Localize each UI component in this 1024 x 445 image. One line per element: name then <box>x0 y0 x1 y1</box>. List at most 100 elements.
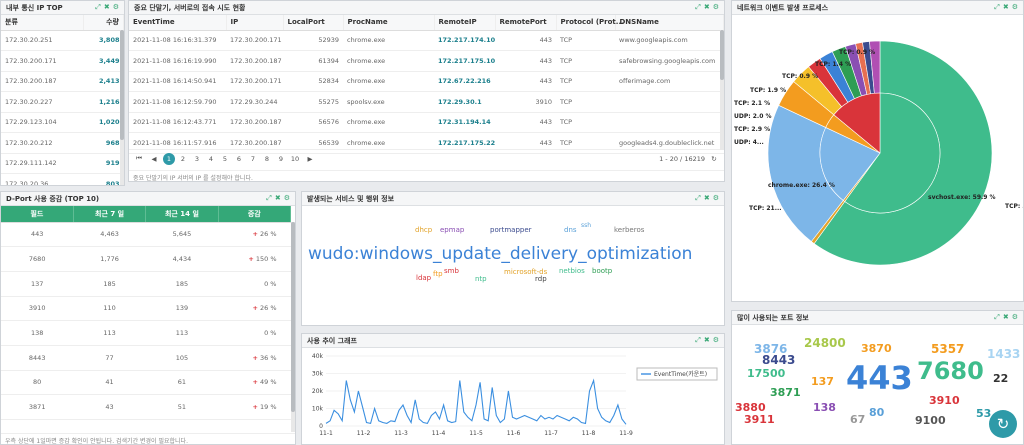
expand-icon[interactable]: ⤢ <box>994 313 1000 322</box>
col-header[interactable]: RemoteIP <box>434 15 496 31</box>
gear-icon[interactable]: ⚙ <box>284 194 290 203</box>
port-word[interactable]: 17500 <box>747 367 785 380</box>
gear-icon[interactable]: ⚙ <box>713 336 719 345</box>
scrollbar[interactable] <box>291 222 295 432</box>
next-page-icon[interactable]: ▶ <box>304 153 316 165</box>
service-word[interactable]: ssh <box>581 222 591 229</box>
port-word[interactable]: 67 <box>850 413 865 426</box>
close-icon[interactable]: ✖ <box>704 3 710 12</box>
table-row[interactable]: 2021-11-08 16:16:31.379 172.30.200.171 5… <box>129 30 724 51</box>
expand-icon[interactable]: ⤢ <box>695 336 701 345</box>
port-word[interactable]: 80 <box>869 406 884 419</box>
service-word[interactable]: smb <box>444 267 459 275</box>
close-icon[interactable]: ✖ <box>704 336 710 345</box>
service-word[interactable]: epmap <box>440 226 464 234</box>
table-row[interactable]: 2021-11-08 16:16:19.990 172.30.200.187 6… <box>129 50 724 72</box>
table-row[interactable]: 2021-11-08 16:14:50.941 172.30.200.171 5… <box>129 71 724 92</box>
table-row[interactable]: 3910 110 139 + 26 % <box>1 296 291 322</box>
page-number-button[interactable]: 7 <box>247 153 259 165</box>
refresh-button[interactable]: ↻ <box>989 410 1017 438</box>
col-header[interactable]: 최근 7 일 <box>73 206 147 223</box>
page-number-button[interactable]: 9 <box>275 153 287 165</box>
scrollbar[interactable] <box>120 30 124 185</box>
table-row[interactable]: 2021-11-08 16:12:43.771 172.30.200.187 5… <box>129 112 724 133</box>
port-word[interactable]: 1433 <box>987 347 1020 361</box>
col-header[interactable]: RemotePort <box>495 15 557 31</box>
expand-icon[interactable]: ⤢ <box>695 3 701 12</box>
port-word[interactable]: 3870 <box>861 342 892 355</box>
table-row[interactable]: 172.30.20.251 3,808 <box>1 30 124 51</box>
table-row[interactable]: 7680 1,776 4,434 + 150 % <box>1 246 291 272</box>
port-word[interactable]: 24800 <box>804 336 846 350</box>
port-word[interactable]: 137 <box>811 375 834 388</box>
close-icon[interactable]: ✖ <box>704 194 710 203</box>
gear-icon[interactable]: ⚙ <box>113 3 119 12</box>
refresh-icon[interactable]: ↻ <box>708 153 720 165</box>
table-row[interactable]: 172.29.123.104 1,020 <box>1 112 124 133</box>
table-row[interactable]: 80 41 61 + 49 % <box>1 370 291 396</box>
col-header[interactable]: EventTime <box>129 15 227 31</box>
close-icon[interactable]: ✖ <box>104 3 110 12</box>
service-word[interactable]: portmapper <box>490 226 532 234</box>
page-number-button[interactable]: 8 <box>261 153 273 165</box>
port-word[interactable]: 3910 <box>929 394 960 407</box>
expand-icon[interactable]: ⤢ <box>994 3 1000 12</box>
col-header[interactable]: 분류 <box>1 15 85 31</box>
table-row[interactable]: 443 4,463 5,645 + 26 % <box>1 222 291 248</box>
close-icon[interactable]: ✖ <box>1003 313 1009 322</box>
port-word[interactable]: 22 <box>993 372 1008 385</box>
port-word[interactable]: 8443 <box>762 353 795 367</box>
service-word[interactable]: bootp <box>592 267 612 275</box>
table-row[interactable]: 8443 77 105 + 36 % <box>1 345 291 371</box>
port-word[interactable]: 7680 <box>917 357 984 385</box>
table-row[interactable]: 172.30.200.171 3,449 <box>1 50 124 72</box>
gear-icon[interactable]: ⚙ <box>1012 3 1018 12</box>
col-header[interactable]: 증감 <box>218 206 292 223</box>
col-header[interactable]: Protocol (Prot... <box>556 15 624 31</box>
page-number-button[interactable]: 10 <box>289 153 301 165</box>
expand-icon[interactable]: ⤢ <box>266 194 272 203</box>
col-header[interactable]: 최근 14 일 <box>145 206 219 223</box>
col-header[interactable]: LocalPort <box>283 15 344 31</box>
service-word[interactable]: ntp <box>475 275 487 283</box>
page-number-button[interactable]: 2 <box>177 153 189 165</box>
port-word[interactable]: 5357 <box>931 342 964 356</box>
port-word[interactable]: 3871 <box>770 386 801 399</box>
expand-icon[interactable]: ⤢ <box>95 3 101 12</box>
col-header[interactable]: DNSName <box>615 15 724 31</box>
gear-icon[interactable]: ⚙ <box>713 3 719 12</box>
service-word[interactable]: kerberos <box>614 226 644 234</box>
page-number-button[interactable]: 5 <box>219 153 231 165</box>
table-row[interactable]: 172.30.20.36 803 <box>1 173 124 185</box>
service-word[interactable]: wudo:windows_update_delivery_optimizatio… <box>308 244 692 264</box>
close-icon[interactable]: ✖ <box>275 194 281 203</box>
table-row[interactable]: 137 185 185 0 % <box>1 271 291 297</box>
table-row[interactable]: 3871 43 51 + 19 % <box>1 394 291 420</box>
col-header[interactable]: ProcName <box>343 15 435 31</box>
gear-icon[interactable]: ⚙ <box>713 194 719 203</box>
expand-icon[interactable]: ⤢ <box>695 194 701 203</box>
col-header[interactable]: 필드 <box>1 206 74 223</box>
first-page-icon[interactable]: ⏮ <box>133 153 145 165</box>
page-number-button[interactable]: 4 <box>205 153 217 165</box>
col-header[interactable]: 수량 <box>83 15 124 31</box>
col-header[interactable]: IP <box>226 15 284 31</box>
table-row[interactable]: 172.29.111.142 919 <box>1 153 124 174</box>
prev-page-icon[interactable]: ◀ <box>148 153 160 165</box>
scrollbar[interactable] <box>720 30 724 150</box>
service-word[interactable]: ldap <box>416 274 431 282</box>
service-word[interactable]: ftp <box>433 270 443 278</box>
table-row[interactable]: 138 113 113 0 % <box>1 320 291 346</box>
table-row[interactable]: 172.30.200.187 2,413 <box>1 71 124 92</box>
page-number-button[interactable]: 1 <box>163 152 175 165</box>
port-word[interactable]: 3911 <box>744 413 775 426</box>
gear-icon[interactable]: ⚙ <box>1012 313 1018 322</box>
table-row[interactable]: 2021-11-08 16:12:59.790 172.29.30.244 55… <box>129 91 724 113</box>
service-word[interactable]: netbios <box>559 267 585 275</box>
port-word[interactable]: 9100 <box>915 414 946 427</box>
port-word[interactable]: 443 <box>846 359 913 397</box>
service-word[interactable]: dns <box>564 226 577 234</box>
service-word[interactable]: dhcp <box>415 226 432 234</box>
table-row[interactable]: 172.30.20.227 1,216 <box>1 91 124 113</box>
page-number-button[interactable]: 6 <box>233 153 245 165</box>
